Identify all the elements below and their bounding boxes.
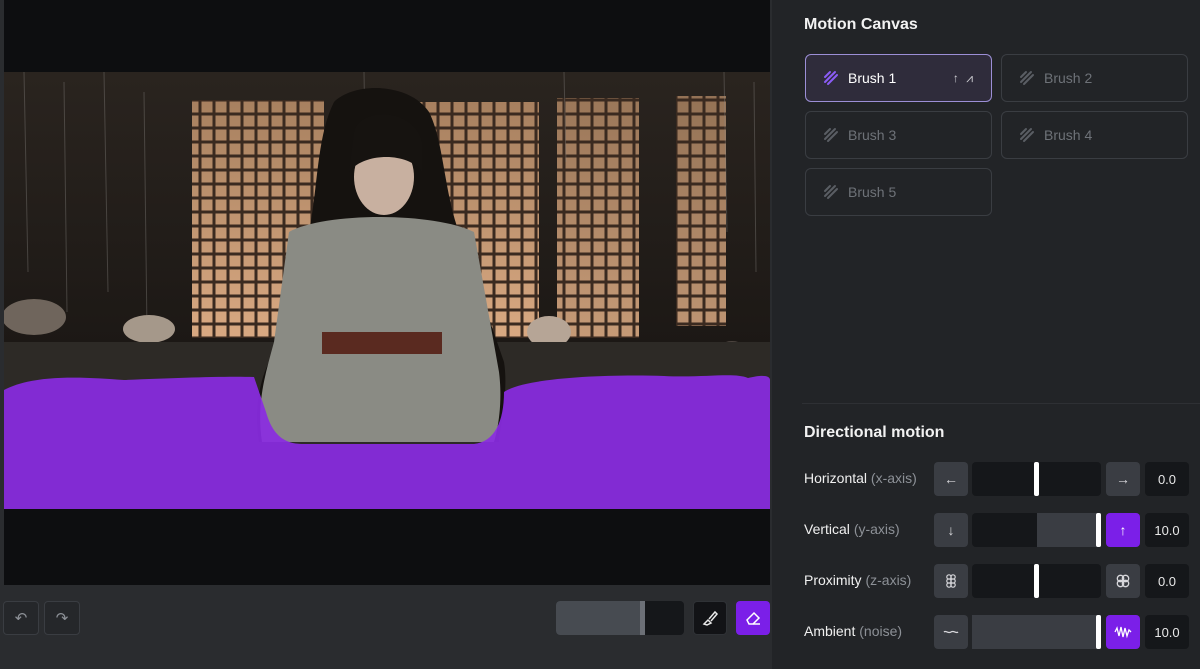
- redo-icon: ↷: [55, 610, 69, 627]
- eraser-button[interactable]: [736, 601, 770, 635]
- section-divider: [802, 403, 1200, 404]
- brush-1-motion-indicator: ↑ ⩘: [952, 71, 975, 85]
- proximity-far-icon: [946, 574, 956, 588]
- brush-strokes-icon: [824, 185, 838, 199]
- move-right-button[interactable]: →: [1106, 462, 1140, 496]
- brush-strokes-icon: [1020, 128, 1034, 142]
- brush-strokes-icon: [824, 128, 838, 142]
- ambient-slider[interactable]: [972, 615, 1101, 649]
- brush-strokes-icon: [824, 71, 838, 85]
- scene-illustration: [4, 72, 770, 509]
- zoom-in-button[interactable]: [1106, 564, 1140, 598]
- move-down-button[interactable]: ↓: [934, 513, 968, 547]
- brush-1-button[interactable]: Brush 1 ↑ ⩘: [805, 54, 992, 102]
- settings-panel: Motion Canvas Brush 1 ↑ ⩘ Brush 2 Brush …: [772, 0, 1200, 669]
- brush-size-fill: [556, 601, 643, 635]
- horizontal-value[interactable]: 0.0: [1145, 462, 1189, 496]
- proximity-value[interactable]: 0.0: [1145, 564, 1189, 598]
- brush-size-slider[interactable]: [556, 601, 684, 635]
- brush-3-button[interactable]: Brush 3: [805, 111, 992, 159]
- ambient-slider-handle[interactable]: [1096, 615, 1101, 649]
- arrow-right-icon: →: [1116, 471, 1130, 487]
- eraser-icon: [746, 611, 761, 625]
- brush-strokes-icon: [1020, 71, 1034, 85]
- horizontal-slider-handle[interactable]: [1034, 462, 1039, 496]
- proximity-slider-handle[interactable]: [1034, 564, 1039, 598]
- vertical-label: Vertical (y-axis): [804, 521, 900, 537]
- paint-brush-icon: [702, 610, 719, 626]
- ambient-low-button[interactable]: [934, 615, 968, 649]
- gentle-wave-icon: [943, 630, 959, 634]
- brush-5-button[interactable]: Brush 5: [805, 168, 992, 216]
- arrow-down-icon: ↓: [947, 522, 955, 538]
- undo-icon: ↶: [14, 610, 28, 627]
- brush-4-button[interactable]: Brush 4: [1001, 111, 1188, 159]
- brush-1-label: Brush 1: [848, 70, 897, 86]
- proximity-slider[interactable]: [972, 564, 1101, 598]
- ambient-label: Ambient (noise): [804, 623, 903, 639]
- proximity-label: Proximity (z-axis): [804, 572, 912, 588]
- painted-image[interactable]: [4, 72, 770, 509]
- move-left-button[interactable]: ←: [934, 462, 968, 496]
- image-stage: [4, 0, 770, 585]
- vertical-slider[interactable]: [972, 513, 1101, 547]
- vertical-value[interactable]: 10.0: [1145, 513, 1189, 547]
- directional-motion-title: Directional motion: [804, 424, 945, 441]
- motion-brush-app: ↶ ↷ Motion Canvas Brush 1 ↑ ⩘ Brush 2 Br…: [0, 0, 1200, 669]
- zoom-out-button[interactable]: [934, 564, 968, 598]
- ambient-slider-fill: [972, 615, 1101, 649]
- paint-brush-button[interactable]: [693, 601, 727, 635]
- undo-button[interactable]: ↶: [3, 601, 39, 635]
- strong-wave-icon: [1114, 626, 1132, 639]
- vertical-slider-handle[interactable]: [1096, 513, 1101, 547]
- brush-4-label: Brush 4: [1044, 127, 1093, 143]
- arrow-left-icon: ←: [944, 471, 958, 487]
- proximity-near-icon: [1116, 574, 1130, 588]
- brush-2-label: Brush 2: [1044, 70, 1093, 86]
- brush-2-button[interactable]: Brush 2: [1001, 54, 1188, 102]
- horizontal-label: Horizontal (x-axis): [804, 470, 917, 486]
- brush-3-label: Brush 3: [848, 127, 897, 143]
- move-up-button[interactable]: ↑: [1106, 513, 1140, 547]
- redo-button[interactable]: ↷: [44, 601, 80, 635]
- ambient-value[interactable]: 10.0: [1145, 615, 1189, 649]
- vertical-slider-fill: [1037, 513, 1101, 547]
- brush-size-handle[interactable]: [640, 601, 645, 635]
- canvas-area: ↶ ↷: [0, 0, 772, 669]
- brush-5-label: Brush 5: [848, 184, 897, 200]
- arrow-up-icon: ↑: [1119, 522, 1127, 538]
- motion-canvas-title: Motion Canvas: [804, 16, 918, 33]
- ambient-high-button[interactable]: [1106, 615, 1140, 649]
- horizontal-slider[interactable]: [972, 462, 1101, 496]
